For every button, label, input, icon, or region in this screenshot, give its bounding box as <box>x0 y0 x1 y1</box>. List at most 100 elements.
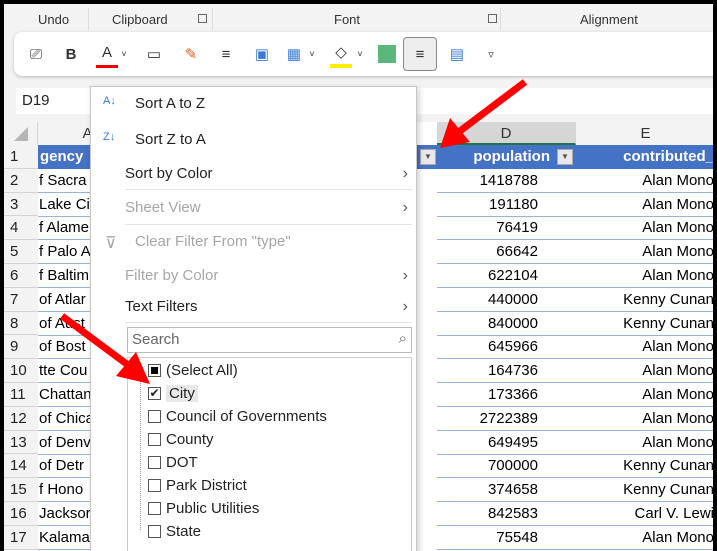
cell-agency[interactable]: f Alame <box>38 216 94 241</box>
cell-population[interactable]: 649495 <box>437 431 576 455</box>
chevron-down-icon[interactable]: ˅ <box>355 40 365 68</box>
column-header-e[interactable]: E <box>576 122 713 145</box>
row-number[interactable]: 5 <box>4 240 38 264</box>
cell-agency[interactable]: f Sacra <box>38 169 94 193</box>
filter-list-item[interactable]: State <box>148 520 201 542</box>
checkbox-unchecked[interactable] <box>148 478 161 492</box>
row-number[interactable]: 12 <box>4 406 38 431</box>
cell-contributed[interactable]: Carl V. Lewi <box>576 502 713 526</box>
select-all-corner[interactable] <box>4 122 38 145</box>
cell-agency[interactable]: Kalama <box>38 526 94 550</box>
header-cell-population[interactable]: population <box>437 145 576 169</box>
cell-agency[interactable]: f Hono <box>38 478 94 503</box>
align-center-icon[interactable]: ≡ <box>214 40 238 68</box>
row-number[interactable]: 9 <box>4 335 38 360</box>
clipboard-launcher-icon[interactable] <box>198 14 207 23</box>
cell-population[interactable]: 622104 <box>437 264 576 288</box>
row-number[interactable]: 13 <box>4 430 38 455</box>
row-number[interactable]: 16 <box>4 502 38 526</box>
font-color-button[interactable]: A <box>96 40 118 68</box>
cell-population[interactable]: 842583 <box>437 502 576 526</box>
cell-population[interactable]: 840000 <box>437 312 576 336</box>
cell-contributed[interactable]: Alan Mono <box>576 240 713 265</box>
checkbox-unchecked[interactable] <box>148 524 161 538</box>
cell-agency[interactable]: Chattan <box>38 383 94 407</box>
cell-agency[interactable]: of Denv <box>38 431 94 455</box>
checkbox-partial[interactable] <box>148 363 161 377</box>
row-number[interactable]: 10 <box>4 359 38 383</box>
cell-population[interactable]: 75548 <box>437 526 576 550</box>
checkbox-checked[interactable]: ✔ <box>148 386 161 400</box>
filter-list-item[interactable]: Park District <box>148 474 247 496</box>
cell-population[interactable]: 440000 <box>437 288 576 312</box>
align-button[interactable]: ≡ <box>403 37 437 71</box>
font-launcher-icon[interactable] <box>488 14 497 23</box>
cell-population[interactable]: 374658 <box>437 478 576 503</box>
cell-contributed[interactable]: Kenny Cunan <box>576 478 713 503</box>
filter-list-item[interactable]: Council of Governments <box>148 405 327 427</box>
row-number[interactable]: 8 <box>4 311 38 336</box>
cell-agency[interactable]: f Palo A <box>38 240 94 265</box>
cell-population[interactable]: 191180 <box>437 193 576 217</box>
cell-contributed[interactable]: Kenny Cunan <box>576 312 713 336</box>
row-number[interactable]: 7 <box>4 287 38 312</box>
cell-contributed[interactable]: Alan Mono <box>576 193 713 217</box>
filter-list-item[interactable]: ✔ City <box>148 382 198 404</box>
row-number[interactable]: 1 <box>4 145 38 169</box>
cell-population[interactable]: 173366 <box>437 383 576 407</box>
cell-population[interactable]: 66642 <box>437 240 576 265</box>
cell-contributed[interactable]: Alan Mono <box>576 526 713 550</box>
cell-agency[interactable]: of Bost <box>38 335 94 360</box>
row-number[interactable]: 14 <box>4 454 38 479</box>
cell-agency[interactable]: f Baltim <box>38 264 94 288</box>
filter-list-item[interactable]: County <box>148 428 214 450</box>
cell-contributed[interactable]: Alan Mono <box>576 335 713 360</box>
row-number[interactable]: 11 <box>4 383 38 407</box>
more-icon[interactable]: ▿ <box>482 40 500 68</box>
search-input[interactable]: Search ⌕ <box>127 327 412 353</box>
header-cell-contributed[interactable]: contributed_ <box>576 145 713 169</box>
cell-agency[interactable]: Lake Ci <box>38 193 94 217</box>
row-number[interactable]: 4 <box>4 216 38 241</box>
fill-color-icon[interactable]: ◇ <box>330 40 352 68</box>
cell-agency[interactable]: Jacksor <box>38 502 94 526</box>
cell-agency[interactable]: of Atlar <box>38 288 94 312</box>
checkbox-unchecked[interactable] <box>148 432 161 446</box>
chevron-down-icon[interactable]: ˅ <box>307 40 317 68</box>
checkbox-unchecked[interactable] <box>148 409 161 423</box>
cell-contributed[interactable]: Alan Mono <box>576 264 713 288</box>
cell-population[interactable]: 164736 <box>437 359 576 384</box>
cell-population[interactable]: 2722389 <box>437 407 576 431</box>
row-number[interactable]: 17 <box>4 525 38 550</box>
column-header-d[interactable]: D <box>437 122 576 145</box>
bold-button[interactable]: B <box>60 40 82 68</box>
cell-population[interactable]: 76419 <box>437 216 576 241</box>
cell-agency[interactable]: of Chica <box>38 407 94 431</box>
row-number[interactable]: 15 <box>4 478 38 502</box>
green-fill-icon[interactable] <box>378 40 396 68</box>
cell-contributed[interactable]: Kenny Cunan <box>576 288 713 312</box>
checkbox-unchecked[interactable] <box>148 455 161 469</box>
cell-contributed[interactable]: Alan Mono <box>576 431 713 455</box>
filter-list-item[interactable]: DOT <box>148 451 198 473</box>
cell-agency[interactable]: tte Cou <box>38 359 94 384</box>
cell-agency[interactable]: of Aust <box>38 312 94 336</box>
cell-agency[interactable]: of Detr <box>38 454 94 479</box>
row-number[interactable]: 6 <box>4 264 38 288</box>
cell-contributed[interactable]: Alan Mono <box>576 407 713 431</box>
cell-population[interactable]: 1418788 <box>437 169 576 193</box>
row-number[interactable]: 2 <box>4 168 38 193</box>
header-cell-agency[interactable]: gency <box>38 145 98 169</box>
row-number[interactable]: 3 <box>4 192 38 217</box>
borders-icon[interactable]: ▦ <box>282 40 306 68</box>
cell-contributed[interactable]: Alan Mono <box>576 383 713 407</box>
new-comment-icon[interactable]: ⎚ <box>24 40 48 68</box>
cell-contributed[interactable]: Alan Mono <box>576 169 713 193</box>
wrap-icon[interactable]: ▣ <box>250 40 274 68</box>
chevron-down-icon[interactable]: ˅ <box>119 40 129 68</box>
format-painter-icon[interactable]: ✎ <box>179 40 203 68</box>
checkbox-unchecked[interactable] <box>148 501 161 515</box>
filter-list-item[interactable]: (Select All) <box>148 359 238 381</box>
filter-button-type[interactable]: ▼ <box>420 149 436 165</box>
insert-icon[interactable]: ▭ <box>142 40 166 68</box>
